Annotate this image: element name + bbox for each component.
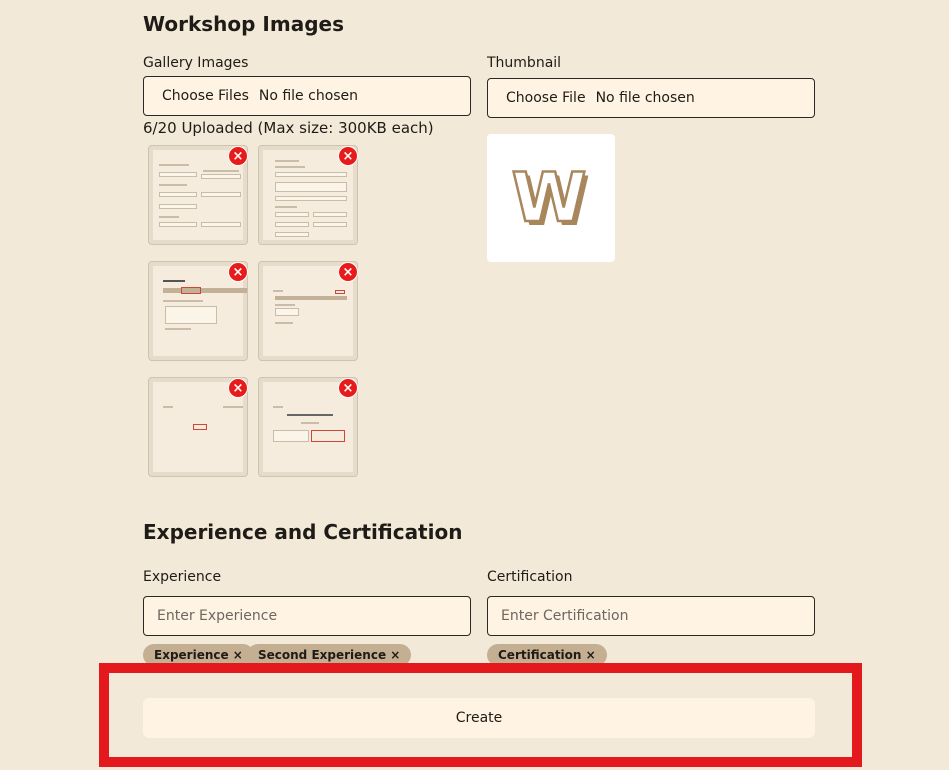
gallery-images-label: Gallery Images [143, 55, 249, 71]
remove-image-3-button[interactable]: × [228, 262, 248, 282]
gallery-choose-files-button[interactable]: Choose Files [162, 88, 249, 104]
gallery-file-input[interactable]: Choose Files No file chosen [143, 76, 471, 116]
experience-input[interactable] [143, 596, 471, 636]
remove-image-2-button[interactable]: × [338, 146, 358, 166]
create-button[interactable]: Create [143, 698, 815, 738]
logo-letter: W [511, 163, 586, 233]
experience-certification-heading: Experience and Certification [143, 520, 463, 544]
remove-image-5-button[interactable]: × [228, 378, 248, 398]
gallery-upload-count: 6/20 Uploaded (Max size: 300KB each) [143, 119, 434, 137]
workshop-logo-icon: W W [510, 163, 590, 233]
remove-image-6-button[interactable]: × [338, 378, 358, 398]
gallery-file-status: No file chosen [258, 88, 359, 104]
certification-label: Certification [487, 569, 573, 585]
workshop-images-heading: Workshop Images [143, 12, 344, 36]
experience-label: Experience [143, 569, 222, 585]
certification-input[interactable] [487, 596, 815, 636]
thumbnail-file-status: No file chosen [595, 90, 695, 106]
remove-image-1-button[interactable]: × [228, 146, 248, 166]
thumbnail-preview: W W [487, 134, 615, 262]
thumbnail-label: Thumbnail [487, 55, 562, 71]
remove-image-4-button[interactable]: × [338, 262, 358, 282]
thumbnail-file-input[interactable]: Choose File No file chosen [487, 78, 815, 118]
thumbnail-choose-file-button[interactable]: Choose File [506, 90, 586, 106]
